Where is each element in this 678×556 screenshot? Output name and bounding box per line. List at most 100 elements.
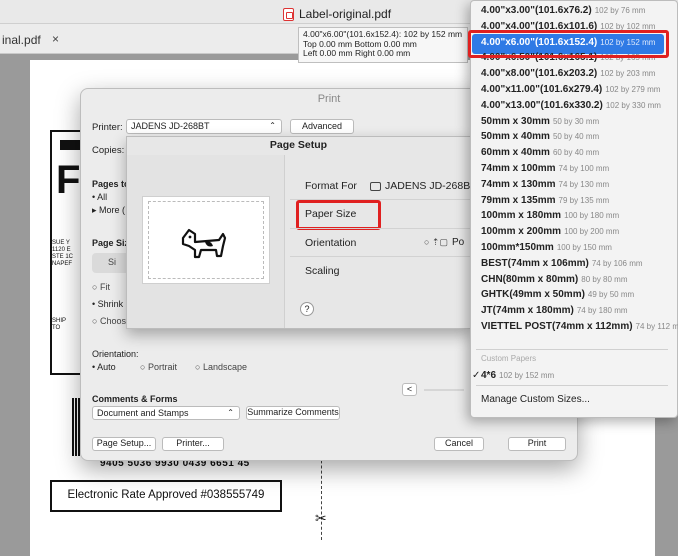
page-setup-title: Page Setup: [269, 139, 328, 151]
address-line: SUE Y: [52, 240, 70, 246]
pages-more-disclosure[interactable]: ▸ More (: [92, 205, 125, 216]
menu-item-label: 4*6: [481, 370, 497, 381]
sender-address: SUE Y 1120 E STE 1C NAPEF: [52, 240, 73, 268]
fit-radio[interactable]: ○ Fit: [92, 282, 110, 292]
shrink-radio[interactable]: • Shrink: [92, 299, 123, 309]
menu-separator: [476, 385, 668, 386]
menu-item-paper-size[interactable]: 60mm x 40mm 60 by 40 mm: [481, 147, 599, 158]
menu-item-label: 4.00"x13.00"(101.6x330.2): [481, 99, 603, 111]
disclosure-label: More (: [99, 205, 126, 215]
radio-selected-icon: •: [92, 362, 96, 372]
menu-item-paper-size[interactable]: BEST(74mm x 106mm) 74 by 106 mm: [481, 258, 643, 269]
menu-item-dimensions: 102 by 76 mm: [594, 6, 646, 15]
format-for-label: Format For: [305, 180, 357, 192]
menu-item-paper-size[interactable]: 4.00"x13.00"(101.6x330.2) 102 by 330 mm: [481, 100, 661, 111]
orientation-section-title: Orientation:: [92, 349, 139, 359]
rate-text: Electronic Rate Approved #038555749: [67, 489, 265, 501]
portrait-orientation-icon[interactable]: ○ ⇡▢: [424, 237, 448, 248]
menu-item-dimensions: 100 by 180 mm: [564, 211, 620, 221]
menu-item-paper-size[interactable]: CHN(80mm x 80mm) 80 by 80 mm: [481, 274, 628, 285]
menu-item-dimensions: 74 by 112 mm: [635, 322, 678, 331]
menu-item-label: JT(74mm x 180mm): [481, 305, 574, 317]
printer-icon: [370, 181, 381, 191]
orientation-auto-radio[interactable]: • Auto: [92, 362, 116, 372]
address-line: STE 1C: [52, 254, 74, 260]
advanced-button[interactable]: Advanced: [290, 119, 354, 134]
tab-close-icon[interactable]: ×: [52, 32, 59, 46]
paper-size-highlight-box: [296, 200, 381, 230]
menu-item-dimensions: 50 by 30 mm: [552, 116, 600, 126]
radio-empty-icon: ○: [92, 282, 98, 292]
page-size-section-title: Page Siz: [92, 238, 130, 248]
printer-select[interactable]: JADENS JD-268BT ⌃: [126, 119, 282, 134]
cancel-button[interactable]: Cancel: [434, 437, 484, 451]
format-for-value: JADENS JD-268B: [385, 180, 471, 192]
label-class-letter: F: [56, 158, 81, 202]
tab-document[interactable]: inal.pdf: [2, 33, 41, 47]
radio-empty-icon: ○: [140, 362, 146, 372]
menu-item-paper-size[interactable]: 100mm x 200mm 100 by 200 mm: [481, 226, 619, 237]
summarize-comments-button[interactable]: Summarize Comments: [246, 406, 340, 420]
radio-empty-icon: ○: [195, 362, 201, 372]
menu-item-paper-size[interactable]: 4.00"x11.00"(101.6x279.4) 102 by 279 mm: [481, 84, 660, 95]
pages-all-radio[interactable]: • All: [92, 192, 107, 202]
radio-label: Auto: [97, 362, 116, 372]
menu-item-paper-size[interactable]: 74mm x 130mm 74 by 130 mm: [481, 179, 609, 190]
menu-item-dimensions: 74 by 180 mm: [576, 306, 628, 316]
orientation-landscape-radio[interactable]: ○ Landscape: [195, 362, 247, 372]
menu-item-dimensions: 60 by 40 mm: [552, 148, 600, 158]
menu-item-custom-4x6[interactable]: 4*6 102 by 152 mm: [481, 370, 554, 381]
document-title: Label-original.pdf: [283, 7, 391, 21]
menu-item-paper-size[interactable]: 100mm*150mm 100 by 150 mm: [481, 242, 612, 253]
menu-item-paper-size[interactable]: 4.00"x8.00"(101.6x203.2) 102 by 203 mm: [481, 68, 655, 79]
document-title-text: Label-original.pdf: [299, 7, 392, 21]
printer-button[interactable]: Printer...: [162, 437, 224, 451]
checkmark-icon: ✓: [472, 370, 481, 381]
print-button[interactable]: Print: [508, 437, 566, 451]
menu-item-label: 50mm x 40mm: [481, 131, 550, 143]
menu-item-dimensions: 102 by 330 mm: [605, 100, 661, 110]
menu-item-label: CHN(80mm x 80mm): [481, 273, 579, 285]
radio-selected-icon: •: [92, 299, 96, 309]
menu-item-dimensions: 100 by 150 mm: [556, 243, 612, 252]
choose-radio[interactable]: ○ Choos: [92, 316, 126, 326]
page-setup-button[interactable]: Page Setup...: [92, 437, 156, 451]
preview-slider[interactable]: [424, 389, 464, 391]
menu-item-paper-size[interactable]: 50mm x 40mm 50 by 40 mm: [481, 131, 599, 142]
dogcow-icon: [181, 228, 227, 259]
comments-select[interactable]: Document and Stamps ⌃: [92, 406, 240, 420]
help-button[interactable]: ?: [300, 302, 314, 316]
menu-item-paper-size[interactable]: 50mm x 30mm 50 by 30 mm: [481, 116, 599, 127]
menu-item-manage-custom-sizes[interactable]: Manage Custom Sizes...: [481, 394, 590, 405]
menu-item-paper-size[interactable]: 4.00"x3.00"(101.6x76.2) 102 by 76 mm: [481, 5, 645, 16]
menu-item-paper-size[interactable]: 74mm x 100mm 74 by 100 mm: [481, 163, 609, 174]
radio-label: Landscape: [202, 362, 247, 372]
menu-item-paper-size[interactable]: 100mm x 180mm 100 by 180 mm: [481, 210, 619, 221]
selected-item-highlight-box: [468, 30, 669, 58]
comments-section-title: Comments & Forms: [92, 394, 178, 404]
paper-size-tooltip: 4.00"x6.00"(101.6x152.4): 102 by 152 mm …: [298, 27, 468, 63]
custom-papers-header: Custom Papers: [481, 354, 537, 363]
menu-item-label: 100mm x 200mm: [481, 226, 562, 238]
menu-item-label: 74mm x 100mm: [481, 163, 556, 174]
chevron-updown-icon: ⌃: [269, 121, 276, 130]
scaling-label: Scaling: [305, 265, 340, 277]
tooltip-line: Left 0.00 mm Right 0.00 mm: [303, 48, 411, 58]
menu-item-paper-size[interactable]: JT(74mm x 180mm) 74 by 180 mm: [481, 305, 628, 316]
pdf-file-icon: [283, 7, 294, 21]
orientation-portrait-radio[interactable]: ○ Portrait: [140, 362, 177, 372]
menu-item-paper-size[interactable]: 79mm x 135mm 79 by 135 mm: [481, 195, 609, 206]
menu-item-dimensions: 74 by 100 mm: [558, 164, 610, 173]
preview-previous-button[interactable]: <: [402, 383, 417, 396]
menu-item-dimensions: 50 by 40 mm: [552, 132, 600, 142]
menu-item-label: 79mm x 135mm: [481, 194, 556, 206]
menu-item-dimensions: 102 by 279 mm: [605, 85, 661, 94]
address-line: 1120 E: [52, 247, 71, 253]
menu-item-dimensions: 102 by 152 mm: [499, 371, 555, 380]
format-for-printer[interactable]: JADENS JD-268B: [370, 180, 470, 192]
orientation-label: Orientation: [305, 237, 357, 249]
menu-item-paper-size[interactable]: GHTK(49mm x 50mm) 49 by 50 mm: [481, 289, 634, 300]
menu-item-paper-size[interactable]: VIETTEL POST(74mm x 112mm)74 by 112 mm: [481, 321, 678, 332]
radio-label: Portrait: [147, 362, 177, 372]
radio-label: Fit: [99, 282, 110, 292]
